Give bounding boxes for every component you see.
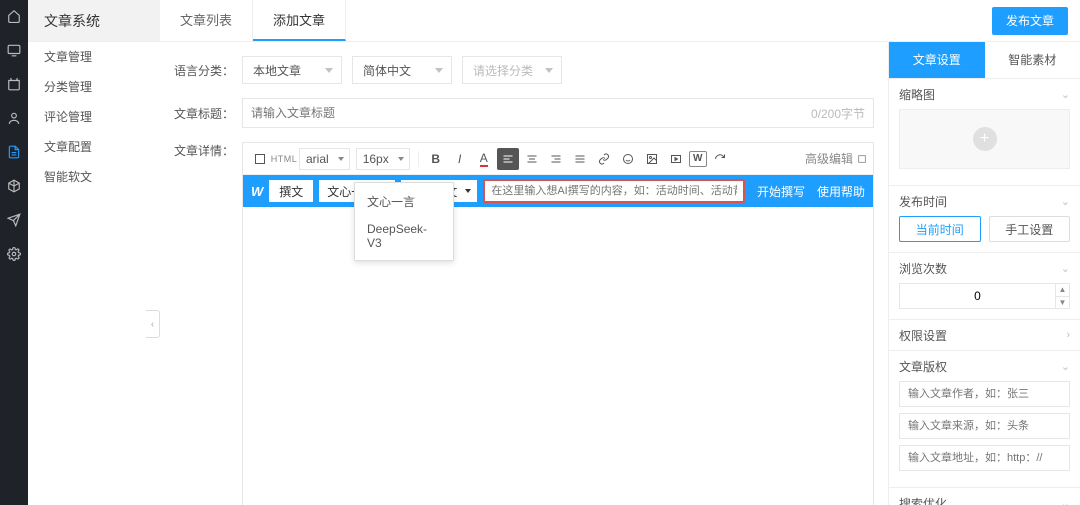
advanced-edit-link[interactable]: 高级编辑	[805, 150, 867, 167]
bold-icon[interactable]: B	[425, 148, 447, 170]
align-center-icon[interactable]	[521, 148, 543, 170]
sidebar-collapse-handle[interactable]: ‹	[146, 310, 160, 338]
tab-add[interactable]: 添加文章	[253, 0, 346, 41]
redo-icon[interactable]	[709, 148, 731, 170]
manual-time-button[interactable]: 手工设置	[989, 216, 1071, 242]
chevron-right-icon: ›	[1066, 329, 1070, 341]
editor-toolbar: HTML arial 16px B I A W 高级编辑	[243, 143, 873, 175]
sidebar: 文章系统 文章管理 分类管理 评论管理 文章配置 智能软文	[28, 0, 160, 505]
title-count: 0/200字节	[805, 105, 865, 122]
word-icon[interactable]: W	[689, 151, 707, 167]
chevron-down-icon: ⌄	[1061, 360, 1070, 373]
bag-icon[interactable]	[6, 76, 22, 92]
rp-pubtime-head[interactable]: 发布时间 ⌄	[899, 186, 1070, 216]
ai-model-option-1[interactable]: DeepSeek-V3	[355, 216, 453, 256]
title-input[interactable]	[251, 100, 805, 126]
sidebar-title: 文章系统	[28, 0, 160, 42]
users-icon[interactable]	[6, 110, 22, 126]
rp-copyright-head[interactable]: 文章版权 ⌄	[899, 351, 1070, 381]
emoji-icon[interactable]	[617, 148, 639, 170]
send-icon[interactable]	[6, 212, 22, 228]
editor: HTML arial 16px B I A W 高级编辑	[242, 142, 874, 505]
rp-tab-settings[interactable]: 文章设置	[889, 42, 985, 78]
ai-logo-icon: W	[251, 184, 263, 199]
thumb-upload[interactable]: +	[899, 109, 1070, 169]
rp-thumb-head[interactable]: 缩略图 ⌄	[899, 79, 1070, 109]
editor-body[interactable]	[243, 207, 873, 505]
main: 语言分类： 本地文章 简体中文 请选择分类 文章标题： 0/200字节 文章详情…	[160, 42, 888, 505]
align-right-icon[interactable]	[545, 148, 567, 170]
rp-perm-label: 权限设置	[899, 327, 947, 344]
detail-label: 文章详情：	[174, 142, 242, 505]
ai-start-link[interactable]: 开始撰写	[757, 183, 805, 200]
display-icon[interactable]	[6, 42, 22, 58]
topbar: 文章列表 添加文章 发布文章	[160, 0, 1080, 42]
ai-prompt-input[interactable]	[485, 181, 743, 201]
chevron-down-icon: ⌄	[1061, 497, 1070, 505]
fullscreen-icon[interactable]	[249, 148, 271, 170]
category-select[interactable]: 请选择分类	[462, 56, 562, 84]
icon-rail	[0, 0, 28, 505]
home-icon[interactable]	[6, 8, 22, 24]
views-down-icon[interactable]: ▼	[1056, 297, 1069, 309]
lang-select[interactable]: 简体中文	[352, 56, 452, 84]
align-justify-icon[interactable]	[569, 148, 591, 170]
sidebar-item-articles[interactable]: 文章管理	[28, 42, 160, 72]
ai-model-option-0[interactable]: 文心一言	[355, 187, 453, 216]
rp-copyright-label: 文章版权	[899, 358, 947, 375]
article-icon[interactable]	[6, 144, 22, 160]
sidebar-item-config[interactable]: 文章配置	[28, 132, 160, 162]
rp-tab-material[interactable]: 智能素材	[985, 42, 1080, 78]
cube-icon[interactable]	[6, 178, 22, 194]
divider	[418, 151, 419, 167]
right-panel: 文章设置 智能素材 缩略图 ⌄ + 发布时间 ⌄ 当前时间 手工设置 浏览次数 ⌄ ▲…	[888, 42, 1080, 505]
ai-bar: W 撰文 文心一言 营销软文 开始撰写 使用帮助	[243, 175, 873, 207]
chevron-down-icon: ⌄	[1061, 88, 1070, 101]
chevron-down-icon: ⌄	[1061, 195, 1070, 208]
fontcolor-icon[interactable]: A	[473, 148, 495, 170]
rp-thumb-label: 缩略图	[899, 86, 935, 103]
video-icon[interactable]	[665, 148, 687, 170]
views-up-icon[interactable]: ▲	[1056, 284, 1069, 297]
rp-views-label: 浏览次数	[899, 260, 947, 277]
plus-icon: +	[973, 127, 997, 151]
chevron-down-icon: ⌄	[1061, 262, 1070, 275]
lang-type-select[interactable]: 本地文章	[242, 56, 342, 84]
now-time-button[interactable]: 当前时间	[899, 216, 981, 242]
rp-seo-head[interactable]: 搜索优化 ⌄	[899, 488, 1070, 505]
sidebar-item-ai[interactable]: 智能软文	[28, 162, 160, 192]
ai-model-dropdown: 文心一言 DeepSeek-V3	[354, 182, 454, 261]
url-input[interactable]	[899, 445, 1070, 471]
rp-views-head[interactable]: 浏览次数 ⌄	[899, 253, 1070, 283]
advanced-edit-label: 高级编辑	[805, 150, 853, 167]
sidebar-item-comments[interactable]: 评论管理	[28, 102, 160, 132]
rp-pubtime-label: 发布时间	[899, 193, 947, 210]
align-left-icon[interactable]	[497, 148, 519, 170]
ai-help-link[interactable]: 使用帮助	[817, 183, 865, 200]
image-icon[interactable]	[641, 148, 663, 170]
publish-button[interactable]: 发布文章	[992, 7, 1068, 35]
source-input[interactable]	[899, 413, 1070, 439]
size-select[interactable]: 16px	[356, 148, 410, 170]
font-select[interactable]: arial	[299, 148, 350, 170]
ai-write-button[interactable]: 撰文	[269, 180, 313, 202]
rp-permission-head[interactable]: 权限设置 ›	[899, 320, 1070, 350]
sidebar-item-categories[interactable]: 分类管理	[28, 72, 160, 102]
rp-seo-label: 搜索优化	[899, 495, 947, 505]
title-label: 文章标题：	[174, 105, 242, 122]
italic-icon[interactable]: I	[449, 148, 471, 170]
settings-icon[interactable]	[6, 246, 22, 262]
tab-list[interactable]: 文章列表	[160, 0, 253, 41]
link-icon[interactable]	[593, 148, 615, 170]
views-input[interactable]	[899, 283, 1056, 309]
lang-label: 语言分类：	[174, 62, 242, 79]
author-input[interactable]	[899, 381, 1070, 407]
html-source-icon[interactable]: HTML	[273, 148, 295, 170]
